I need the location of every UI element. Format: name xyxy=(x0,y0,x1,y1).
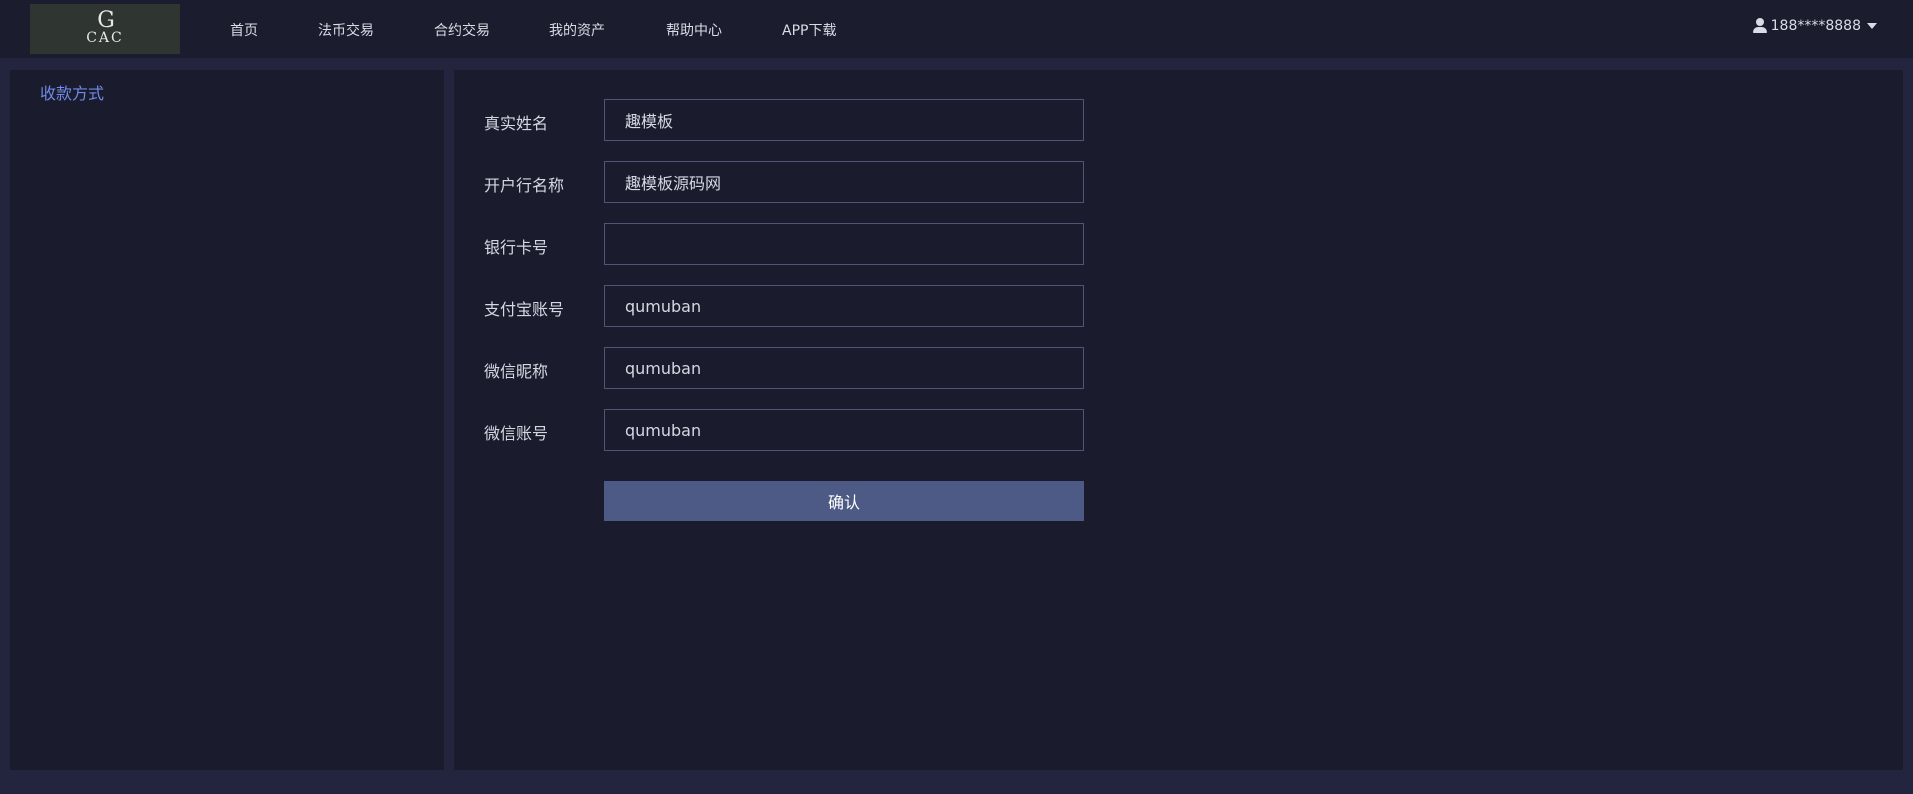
nav-help-center[interactable]: 帮助中心 xyxy=(666,20,722,40)
logo-mark: G xyxy=(97,8,115,33)
nav-contract-trade[interactable]: 合约交易 xyxy=(434,20,490,40)
nav-fiat-trade[interactable]: 法币交易 xyxy=(318,20,374,40)
logo[interactable]: G CAC xyxy=(30,4,180,54)
alipay-account-label: 支付宝账号 xyxy=(484,300,565,319)
form-row-bank-name: 开户行名称 xyxy=(484,161,1084,203)
bank-name-label: 开户行名称 xyxy=(484,176,565,195)
alipay-account-input[interactable] xyxy=(604,285,1084,327)
card-number-label: 银行卡号 xyxy=(484,238,549,257)
real-name-label: 真实姓名 xyxy=(484,114,549,133)
confirm-button[interactable]: 确认 xyxy=(604,481,1084,521)
card-number-input[interactable] xyxy=(604,223,1084,265)
caret-down-icon xyxy=(1867,23,1877,29)
wechat-nickname-label: 微信昵称 xyxy=(484,362,549,381)
form-row-real-name: 真实姓名 xyxy=(484,99,1084,141)
wechat-account-input[interactable] xyxy=(604,409,1084,451)
form-row-wechat-account: 微信账号 xyxy=(484,409,1084,451)
user-icon xyxy=(1752,18,1767,34)
logo-text: CAC xyxy=(86,30,124,46)
nav-app-download[interactable]: APP下载 xyxy=(782,20,836,40)
form-row-card-number: 银行卡号 xyxy=(484,223,1084,265)
nav-home[interactable]: 首页 xyxy=(230,20,258,40)
payment-form-panel: 真实姓名 开户行名称 银行卡号 支付宝账号 微信昵称 微信账号 确认 xyxy=(454,70,1903,770)
top-navbar: G CAC 首页 法币交易 合约交易 我的资产 帮助中心 APP下载 188**… xyxy=(0,0,1913,58)
wechat-account-label: 微信账号 xyxy=(484,424,549,443)
form-row-alipay: 支付宝账号 xyxy=(484,285,1084,327)
wechat-nickname-input[interactable] xyxy=(604,347,1084,389)
sidebar: 收款方式 xyxy=(10,70,444,770)
bank-name-input[interactable] xyxy=(604,161,1084,203)
form-row-wechat-nickname: 微信昵称 xyxy=(484,347,1084,389)
real-name-input[interactable] xyxy=(604,99,1084,141)
user-name: 188****8888 xyxy=(1770,18,1861,34)
sidebar-item-payment-methods[interactable]: 收款方式 xyxy=(40,80,104,104)
user-menu[interactable]: 188****8888 xyxy=(1752,18,1877,34)
nav-my-assets[interactable]: 我的资产 xyxy=(549,20,605,40)
